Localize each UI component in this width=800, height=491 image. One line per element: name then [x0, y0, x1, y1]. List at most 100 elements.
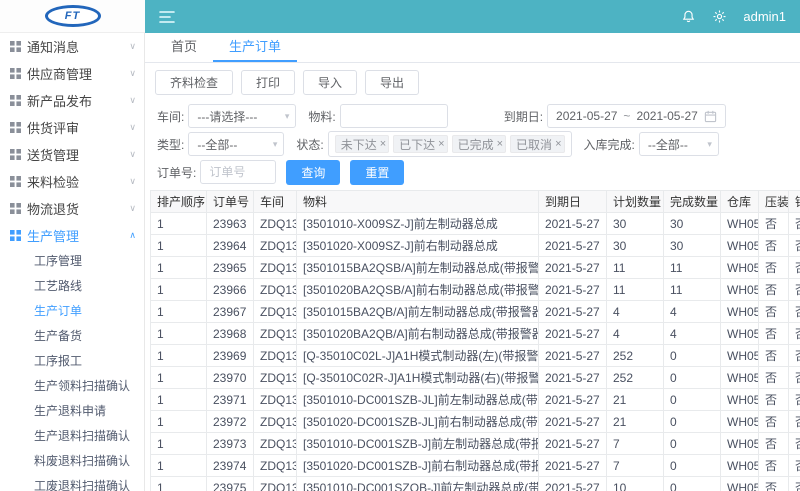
sidebar-item[interactable]: 供货评审∨ — [0, 114, 144, 141]
sidebar-subitem[interactable]: 工废退料扫描确认 — [0, 474, 144, 491]
top-header: FT admin1 — [0, 0, 800, 33]
table-row[interactable]: 123967ZDQ13[3501015BA2QB/A]前左制动器总成(带报警器)… — [151, 301, 800, 323]
table-row[interactable]: 123975ZDQ13[3501010-DC001SZQB-J]前左制动器总成(… — [151, 477, 800, 491]
table-row[interactable]: 123974ZDQ13[3501020-DC001SZB-J]前右制动器总成(带… — [151, 455, 800, 477]
table-cell: 否 — [789, 279, 800, 301]
stock-in-select[interactable]: --全部-- ▾ — [639, 132, 719, 156]
sidebar-subitem[interactable]: 生产退料申请 — [0, 399, 144, 424]
table-cell: 1 — [151, 323, 207, 345]
table-row[interactable]: 123971ZDQ13[3501010-DC001SZB-JL]前左制动器总成(… — [151, 389, 800, 411]
sidebar-item[interactable]: 供应商管理∨ — [0, 60, 144, 87]
sidebar-item[interactable]: 送货管理∨ — [0, 141, 144, 168]
status-tag[interactable]: 已完成× — [452, 135, 506, 153]
header-right: admin1 — [681, 9, 786, 24]
table-cell: ZDQ13 — [254, 367, 297, 389]
sidebar-subitem[interactable]: 工序管理 — [0, 249, 144, 274]
workshop-select[interactable]: ---请选择--- ▾ — [188, 104, 296, 128]
status-tag-label: 已下达 — [399, 136, 435, 153]
table-cell: [Q-35010C02R-J]A1H模式制动器(右)(带报警器) — [297, 367, 539, 389]
sidebar-toggle-icon[interactable] — [159, 10, 175, 24]
table-cell: 2021-5-27 — [539, 279, 607, 301]
header-bar: admin1 — [145, 0, 800, 33]
table-row[interactable]: 123963ZDQ13[3501010-X009SZ-J]前左制动器总成2021… — [151, 213, 800, 235]
filter-row-1: 车间: ---请选择--- ▾ 物料: 到期日: 2021-05-27 ~ 20… — [145, 102, 800, 130]
table-cell: 30 — [664, 235, 721, 257]
company-logo: FT — [45, 5, 101, 27]
table-cell: 0 — [664, 367, 721, 389]
sidebar-subitem[interactable]: 生产备货 — [0, 324, 144, 349]
sidebar-item[interactable]: 物流退货∨ — [0, 195, 144, 222]
table-cell: 252 — [607, 367, 664, 389]
gear-icon[interactable] — [712, 9, 727, 24]
table-cell: WH05 — [721, 213, 759, 235]
workshop-label: 车间: — [157, 108, 184, 125]
table-cell: 4 — [607, 323, 664, 345]
chevron-down-icon: ∨ — [129, 68, 136, 79]
table-cell: 1 — [151, 389, 207, 411]
material-input[interactable] — [340, 104, 448, 128]
sidebar-item[interactable]: 来料检验∨ — [0, 168, 144, 195]
table-cell: 1 — [151, 213, 207, 235]
tag-close-icon[interactable]: × — [555, 139, 561, 150]
username[interactable]: admin1 — [743, 9, 786, 24]
table-cell: 252 — [607, 345, 664, 367]
reset-button[interactable]: 重置 — [350, 160, 404, 185]
sidebar-item[interactable]: 新产品发布∨ — [0, 87, 144, 114]
sidebar-subitem[interactable]: 工艺路线 — [0, 274, 144, 299]
toolbar-button[interactable]: 齐料检查 — [155, 70, 233, 95]
due-date-range[interactable]: 2021-05-27 ~ 2021-05-27 — [547, 104, 726, 128]
status-tag[interactable]: 已下达× — [393, 135, 447, 153]
table-row[interactable]: 123968ZDQ13[3501020BA2QB/A]前右制动器总成(带报警器)… — [151, 323, 800, 345]
sidebar-subitem[interactable]: 生产领料扫描确认 — [0, 374, 144, 399]
toolbar-button[interactable]: 打印 — [241, 70, 295, 95]
table-row[interactable]: 123973ZDQ13[3501010-DC001SZB-J]前左制动器总成(带… — [151, 433, 800, 455]
table-cell: 否 — [789, 301, 800, 323]
table-cell: 否 — [789, 411, 800, 433]
table-cell: 2021-5-27 — [539, 389, 607, 411]
sidebar-item[interactable]: 通知消息∨ — [0, 33, 144, 60]
order-no-input[interactable] — [200, 160, 276, 184]
sidebar-subitem[interactable]: 生产订单 — [0, 299, 144, 324]
column-header: 排产顺序 — [151, 191, 207, 213]
table-cell: 23967 — [207, 301, 254, 323]
sidebar-subitem[interactable]: 料废退料扫描确认 — [0, 449, 144, 474]
table-cell: 23964 — [207, 235, 254, 257]
sidebar-item[interactable]: 生产管理∧ — [0, 222, 144, 249]
table-row[interactable]: 123972ZDQ13[3501020-DC001SZB-JL]前右制动器总成(… — [151, 411, 800, 433]
table-cell: [3501020BA2QB/A]前右制动器总成(带报警器) — [297, 323, 539, 345]
table-cell: ZDQ13 — [254, 411, 297, 433]
tag-close-icon[interactable]: × — [438, 139, 444, 150]
toolbar-button[interactable]: 导出 — [365, 70, 419, 95]
order-no-label: 订单号: — [157, 164, 196, 181]
sidebar-item-label: 来料检验 — [27, 172, 79, 191]
table-cell: 2021-5-27 — [539, 235, 607, 257]
toolbar: 齐料检查打印导入导出 — [145, 63, 800, 102]
table-row[interactable]: 123969ZDQ13[Q-35010C02L-J]A1H模式制动器(左)(带报… — [151, 345, 800, 367]
table-cell: 23965 — [207, 257, 254, 279]
toolbar-button[interactable]: 导入 — [303, 70, 357, 95]
sidebar-subitem[interactable]: 生产退料扫描确认 — [0, 424, 144, 449]
search-button[interactable]: 查询 — [286, 160, 340, 185]
date-to: 2021-05-27 — [636, 109, 697, 123]
status-tag[interactable]: 未下达× — [335, 135, 389, 153]
status-multiselect[interactable]: 未下达×已下达×已完成×已取消× — [328, 131, 572, 157]
bell-icon[interactable] — [681, 9, 696, 24]
tag-close-icon[interactable]: × — [497, 139, 503, 150]
tab[interactable]: 首页 — [155, 33, 213, 62]
type-select[interactable]: --全部-- ▾ — [188, 132, 284, 156]
table-row[interactable]: 123966ZDQ13[3501020BA2QSB/A]前右制动器总成(带报警器… — [151, 279, 800, 301]
date-separator: ~ — [623, 109, 630, 123]
chevron-down-icon: ▾ — [273, 139, 278, 150]
table-cell: ZDQ13 — [254, 323, 297, 345]
status-tag[interactable]: 已取消× — [510, 135, 564, 153]
table-row[interactable]: 123965ZDQ13[3501015BA2QSB/A]前左制动器总成(带报警器… — [151, 257, 800, 279]
table-cell: 2021-5-27 — [539, 477, 607, 491]
table-cell: 1 — [151, 235, 207, 257]
table-row[interactable]: 123964ZDQ13[3501020-X009SZ-J]前右制动器总成2021… — [151, 235, 800, 257]
sidebar-subitem[interactable]: 工序报工 — [0, 349, 144, 374]
tag-close-icon[interactable]: × — [380, 139, 386, 150]
tab[interactable]: 生产订单 — [213, 33, 297, 62]
column-header: 物料 — [297, 191, 539, 213]
table-row[interactable]: 123970ZDQ13[Q-35010C02R-J]A1H模式制动器(右)(带报… — [151, 367, 800, 389]
main-content: 首页生产订单 齐料检查打印导入导出 车间: ---请选择--- ▾ 物料: 到期… — [145, 33, 800, 491]
